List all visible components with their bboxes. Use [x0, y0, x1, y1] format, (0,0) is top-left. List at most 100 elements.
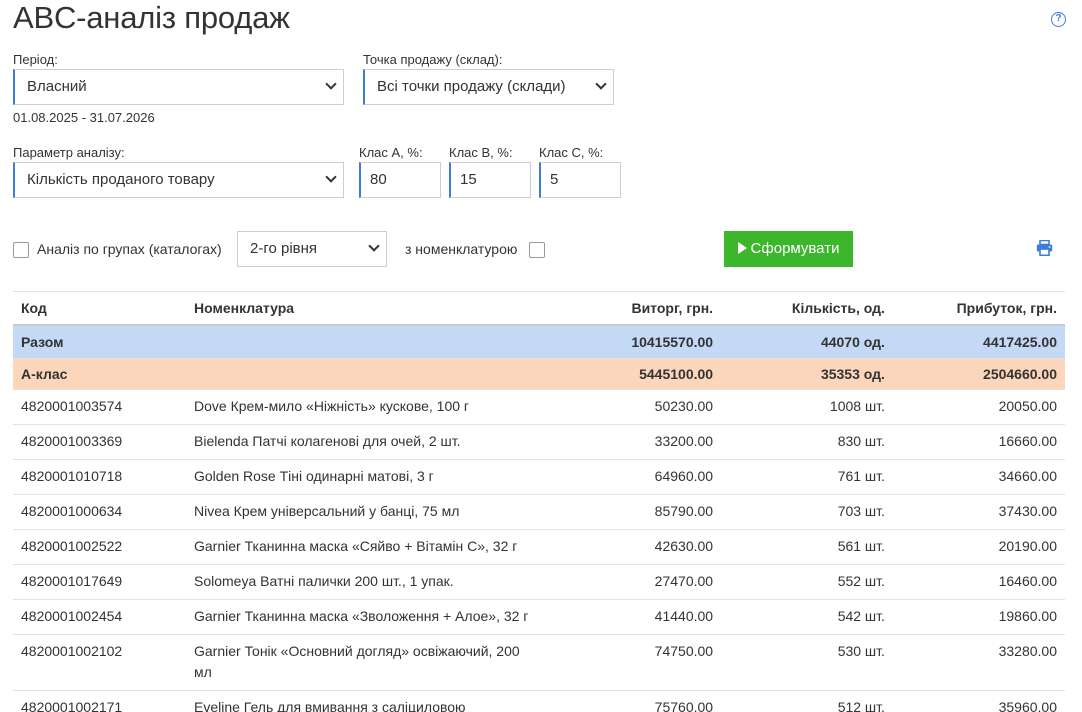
row-name: Garnier Тканинна маска «Сяйво + Вітамін … [194, 537, 518, 554]
with-nomenclature-checkbox[interactable] [529, 242, 545, 258]
row-revenue: 85790.00 [542, 494, 722, 530]
row-revenue: 42630.00 [542, 529, 722, 565]
col-code-header[interactable]: Код [13, 291, 186, 326]
row-qty: 830 шт. [721, 424, 893, 460]
chevron-down-icon [325, 78, 337, 90]
a-class-label: А-клас [13, 358, 186, 390]
row-code: 4820001002454 [13, 599, 186, 635]
table-row[interactable]: 4820001002522 Garnier Тканинна маска «Ся… [13, 529, 1065, 565]
row-code: 4820001002522 [13, 529, 186, 565]
a-class-name [186, 358, 542, 390]
col-profit-header[interactable]: Прибуток, грн. [892, 291, 1065, 326]
row-qty: 542 шт. [721, 599, 893, 635]
row-name: Garnier Тканинна маска «Зволоження + Ало… [194, 607, 529, 624]
row-revenue: 64960.00 [542, 459, 722, 495]
a-class-row[interactable]: А-клас 5445100.00 35353 од. 2504660.00 [13, 358, 1065, 390]
class-b-input[interactable]: 15 [449, 162, 531, 198]
period-select-value: Власний [27, 78, 87, 95]
row-revenue: 75760.00 [542, 690, 722, 712]
row-revenue: 33200.00 [542, 424, 722, 460]
col-name-header[interactable]: Номенклатура [186, 291, 542, 326]
abc-table: Код Номенклатура Виторг, грн. Кількість,… [13, 291, 1065, 712]
point-select[interactable]: Всі точки продажу (склади) [363, 69, 614, 105]
total-profit: 4417425.00 [892, 324, 1065, 359]
total-label: Разом [13, 324, 186, 359]
row-qty: 530 шт. [721, 634, 893, 691]
table-row[interactable]: 4820001000634 Nivea Крем універсальний у… [13, 494, 1065, 530]
chevron-down-icon [595, 78, 607, 90]
by-groups-checkbox[interactable] [13, 242, 29, 258]
point-select-value: Всі точки продажу (склади) [377, 78, 566, 95]
row-code: 4820001010718 [13, 459, 186, 495]
a-class-profit: 2504660.00 [892, 358, 1065, 390]
param-label: Параметр аналізу: [13, 145, 125, 160]
page-title: ABC-аналіз продаж [13, 0, 290, 35]
param-select[interactable]: Кількість проданого товару [13, 162, 344, 198]
row-profit: 37430.00 [892, 494, 1065, 530]
table-row[interactable]: 4820001002454 Garnier Тканинна маска «Зв… [13, 599, 1065, 635]
class-c-input[interactable]: 5 [539, 162, 621, 198]
by-groups-label: Аналіз по групах (каталогах) [37, 241, 222, 257]
row-revenue: 27470.00 [542, 564, 722, 600]
a-class-qty: 35353 од. [721, 358, 893, 390]
row-profit: 16660.00 [892, 424, 1065, 460]
row-qty: 512 шт. [721, 690, 893, 712]
table-row[interactable]: 4820001002171 Eveline Гель для вмивання … [13, 690, 1065, 712]
col-revenue-header[interactable]: Виторг, грн. [542, 291, 722, 326]
row-code: 4820001003574 [13, 389, 186, 425]
total-revenue: 10415570.00 [542, 324, 722, 359]
row-profit: 35960.00 [892, 690, 1065, 712]
total-qty: 44070 од. [721, 324, 893, 359]
level-select[interactable]: 2-го рівня [237, 231, 387, 267]
chevron-down-icon [325, 171, 337, 183]
row-qty: 552 шт. [721, 564, 893, 600]
table-header-row: Код Номенклатура Виторг, грн. Кількість,… [13, 291, 1065, 326]
row-profit: 20190.00 [892, 529, 1065, 565]
row-name: Solomeya Ватні палички 200 шт., 1 упак. [194, 572, 454, 589]
total-row: Разом 10415570.00 44070 од. 4417425.00 [13, 324, 1065, 359]
period-label: Період: [13, 52, 58, 67]
row-profit: 34660.00 [892, 459, 1065, 495]
table-row[interactable]: 4820001003369 Bielenda Патчі колагенові … [13, 424, 1065, 460]
point-label: Точка продажу (склад): [363, 52, 503, 67]
table-row[interactable]: 4820001010718 Golden Rose Тіні одинарні … [13, 459, 1065, 495]
table-row[interactable]: 4820001003574 Dove Крем-мило «Ніжність» … [13, 389, 1065, 425]
row-name: Eveline Гель для вмивання з саліциловою … [194, 698, 466, 712]
row-code: 4820001000634 [13, 494, 186, 530]
row-name: Nivea Крем універсальний у банці, 75 мл [194, 502, 460, 519]
play-icon [737, 242, 747, 254]
class-a-input[interactable]: 80 [359, 162, 441, 198]
submit-button[interactable]: Сформувати [724, 231, 853, 267]
total-name [186, 324, 542, 359]
row-revenue: 50230.00 [542, 389, 722, 425]
row-code: 4820001003369 [13, 424, 186, 460]
row-code: 4820001017649 [13, 564, 186, 600]
row-profit: 20050.00 [892, 389, 1065, 425]
help-icon[interactable]: ? [1051, 12, 1066, 27]
class-b-label: Клас B, %: [449, 145, 513, 160]
with-nomenclature-label: з номенклатурою [405, 241, 518, 257]
class-a-label: Клас A, %: [359, 145, 423, 160]
row-code: 4820001002171 [13, 690, 186, 712]
table-row[interactable]: 4820001002102 Garnier Тонік «Основний до… [13, 634, 1065, 691]
class-c-label: Клас C, %: [539, 145, 604, 160]
row-name: Garnier Тонік «Основний догляд» освіжаюч… [194, 642, 520, 680]
row-qty: 561 шт. [721, 529, 893, 565]
row-name: Golden Rose Тіні одинарні матові, 3 г [194, 467, 434, 484]
col-qty-header[interactable]: Кількість, од. [721, 291, 893, 326]
chevron-down-icon [368, 240, 380, 252]
a-class-revenue: 5445100.00 [542, 358, 722, 390]
print-icon[interactable] [1036, 240, 1053, 256]
param-select-value: Кількість проданого товару [27, 171, 215, 188]
row-code: 4820001002102 [13, 634, 186, 691]
row-qty: 761 шт. [721, 459, 893, 495]
level-select-value: 2-го рівня [250, 240, 318, 257]
row-qty: 1008 шт. [721, 389, 893, 425]
period-range: 01.08.2025 - 31.07.2026 [13, 110, 155, 125]
row-profit: 33280.00 [892, 634, 1065, 691]
submit-button-label: Сформувати [750, 240, 840, 257]
row-name: Bielenda Патчі колагенові для очей, 2 шт… [194, 432, 461, 449]
table-row[interactable]: 4820001017649 Solomeya Ватні палички 200… [13, 564, 1065, 600]
period-select[interactable]: Власний [13, 69, 344, 105]
row-profit: 16460.00 [892, 564, 1065, 600]
